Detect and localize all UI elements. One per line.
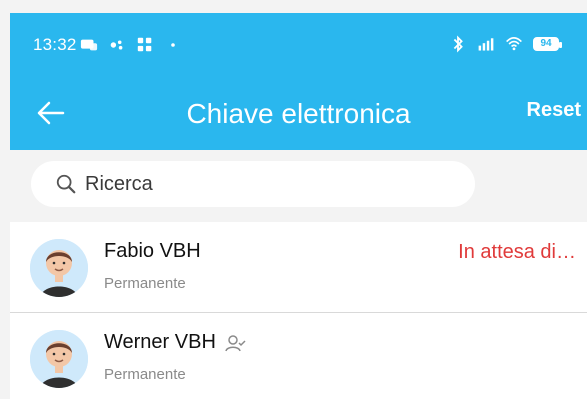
search-box[interactable] [31, 161, 475, 207]
top-bar: 13:32 94 Chiave elettronica Reset [10, 13, 587, 150]
status-bar: 13:32 94 [10, 13, 587, 79]
apps-icon [137, 37, 152, 52]
list-item[interactable]: Fabio VBH Permanente In attesa di… [10, 222, 587, 313]
status-time: 13:32 [33, 35, 77, 54]
search-icon [56, 174, 76, 194]
status-right-icons: 94 [449, 33, 562, 55]
user-check-icon [225, 334, 246, 351]
contact-name: Fabio VBH [104, 240, 201, 263]
dots-icon [110, 40, 123, 50]
list-item[interactable]: Werner VBH Permanente [10, 313, 587, 399]
key-list: Fabio VBH Permanente In attesa di… Werne… [10, 222, 587, 399]
access-type: Permanente [104, 366, 186, 383]
battery-level: 94 [535, 39, 557, 49]
bluetooth-icon [453, 35, 463, 53]
contact-name-text: Werner VBH [104, 331, 216, 353]
avatar-icon [30, 239, 88, 297]
contact-name-text: Fabio VBH [104, 240, 201, 262]
avatar-icon [30, 330, 88, 388]
pending-status: In attesa di… [458, 241, 576, 263]
search-input[interactable] [83, 171, 447, 197]
more-dot-icon [171, 43, 175, 47]
signal-icon [478, 38, 494, 51]
reset-button[interactable]: Reset [527, 99, 581, 122]
status-left-icons [80, 35, 182, 55]
navigation-bar: Chiave elettronica Reset [10, 79, 587, 150]
access-type: Permanente [104, 275, 186, 292]
message-icon [80, 39, 98, 51]
page-title: Chiave elettronica [186, 98, 411, 129]
wifi-icon [506, 37, 522, 51]
battery-icon: 94 [533, 37, 562, 51]
search-section [10, 150, 587, 222]
contact-name: Werner VBH [104, 331, 246, 354]
app-frame: 13:32 94 Chiave elettronica Reset Ricerc… [0, 0, 587, 399]
